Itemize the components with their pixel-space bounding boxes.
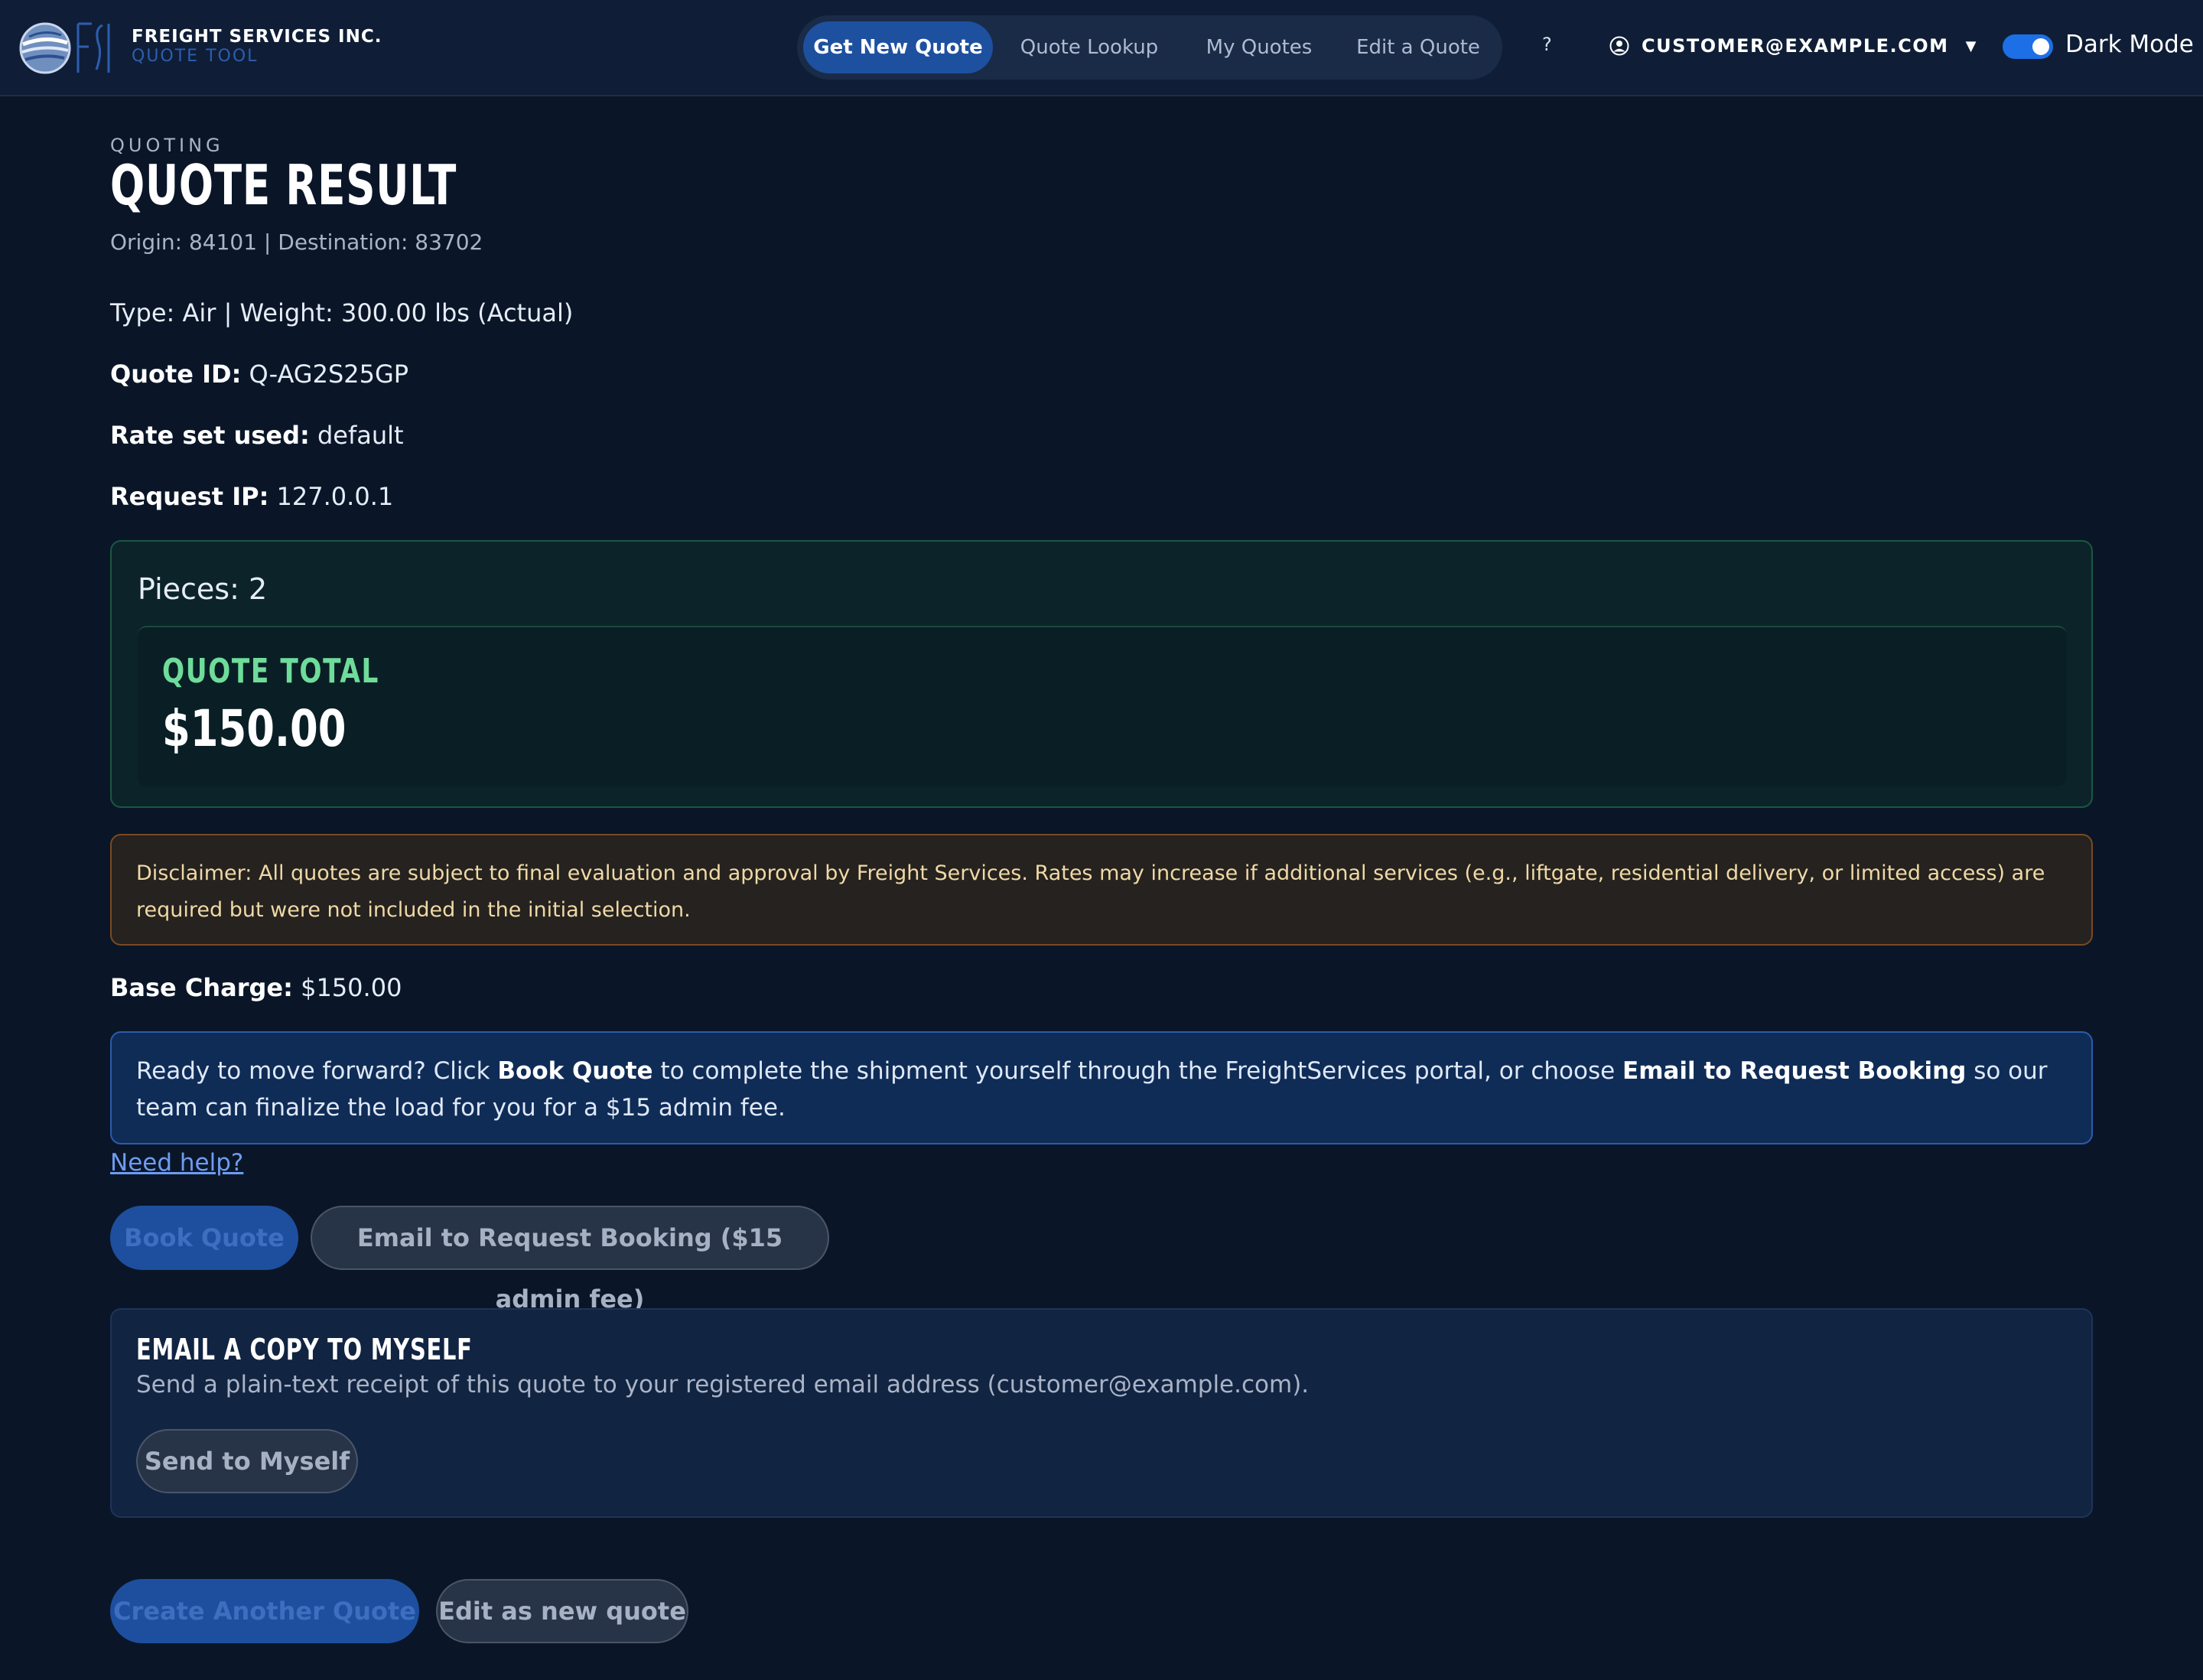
quote-id-label: Quote ID: [110, 360, 242, 389]
brand-subtitle: QUOTE TOOL [132, 47, 259, 66]
base-charge-value: $150.00 [301, 973, 402, 1002]
nav-edit-a-quote[interactable]: Edit a Quote [1343, 21, 1493, 73]
brand: FREIGHT SERVICES INC. QUOTE TOOL [132, 26, 382, 66]
pieces-count: Pieces: 2 [138, 572, 268, 606]
dark-mode-label: Dark Mode [2065, 31, 2194, 58]
booking-info-book-quote: Book Quote [497, 1057, 653, 1085]
request-ip-label: Request IP: [110, 482, 269, 511]
chevron-down-icon: ▼ [1965, 37, 1977, 54]
route-info: Origin: 84101 | Destination: 83702 [110, 230, 483, 255]
create-another-quote-button[interactable]: Create Another Quote [110, 1579, 419, 1643]
user-email: CUSTOMER@EXAMPLE.COM [1642, 35, 1949, 57]
help-button[interactable]: ? [1542, 34, 1552, 55]
nav-my-quotes[interactable]: My Quotes [1184, 21, 1334, 73]
quote-total-label: QUOTE TOTAL [162, 652, 379, 691]
nav-get-new-quote[interactable]: Get New Quote [803, 21, 993, 73]
quote-id-row: Quote ID: Q-AG2S25GP [110, 360, 408, 389]
book-quote-button[interactable]: Book Quote [110, 1206, 298, 1270]
rate-set-value: default [317, 421, 404, 450]
disclaimer-box: Disclaimer: All quotes are subject to fi… [110, 834, 2093, 946]
brand-name: FREIGHT SERVICES INC. [132, 27, 382, 47]
fsi-monogram-icon [76, 22, 110, 73]
booking-info-box: Ready to move forward? Click Book Quote … [110, 1031, 2093, 1144]
globe-logo-icon [19, 22, 71, 74]
base-charge-label: Base Charge: [110, 973, 293, 1002]
main-nav: Get New Quote Quote Lookup My Quotes Edi… [797, 15, 1502, 80]
top-navbar: FREIGHT SERVICES INC. QUOTE TOOL Get New… [0, 0, 2203, 96]
logo[interactable] [18, 15, 113, 81]
user-menu[interactable]: CUSTOMER@EXAMPLE.COM ▼ [1609, 31, 1976, 61]
email-copy-card: EMAIL A COPY TO MYSELF Send a plain-text… [110, 1308, 2093, 1518]
email-copy-description: Send a plain-text receipt of this quote … [136, 1371, 1310, 1398]
request-ip-value: 127.0.0.1 [276, 482, 394, 511]
request-ip-row: Request IP: 127.0.0.1 [110, 482, 393, 511]
base-charge-row: Base Charge: $150.00 [110, 973, 402, 1002]
dark-mode-toggle[interactable] [2003, 34, 2053, 59]
email-request-booking-button[interactable]: Email to Request Booking ($15 admin fee) [311, 1206, 829, 1314]
toggle-knob [2032, 38, 2049, 55]
rate-set-row: Rate set used: default [110, 421, 404, 450]
quote-id-value: Q-AG2S25GP [249, 360, 409, 389]
quote-summary-card: Pieces: 2 QUOTE TOTAL $150.00 [110, 540, 2093, 808]
quote-total-value: $150.00 [162, 699, 347, 758]
need-help-link[interactable]: Need help? [110, 1149, 243, 1177]
rate-set-label: Rate set used: [110, 421, 310, 450]
email-copy-title: EMAIL A COPY TO MYSELF [136, 1333, 473, 1366]
booking-info-text: to complete the shipment yourself throug… [652, 1057, 1623, 1085]
quote-total-box: QUOTE TOTAL $150.00 [138, 626, 2067, 786]
send-to-myself-button[interactable]: Send to Myself [136, 1429, 358, 1493]
type-weight: Type: Air | Weight: 300.00 lbs (Actual) [110, 298, 574, 327]
booking-info-text: Ready to move forward? Click [136, 1057, 498, 1085]
edit-as-new-quote-button[interactable]: Edit as new quote [436, 1579, 688, 1643]
user-circle-icon [1609, 36, 1629, 56]
page-title: QUOTE RESULT [110, 153, 457, 217]
nav-quote-lookup[interactable]: Quote Lookup [1002, 21, 1176, 73]
booking-info-email-request: Email to Request Booking [1622, 1057, 1967, 1085]
